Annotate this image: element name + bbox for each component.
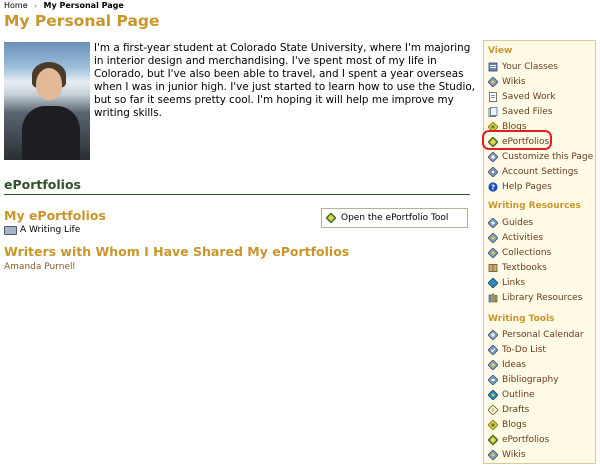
- sidebar-item-label: Textbooks: [502, 262, 547, 273]
- sidebar-heading-tools: Writing Tools: [488, 314, 555, 324]
- open-eportfolio-tool-button[interactable]: Open the ePortfolio Tool: [321, 208, 468, 228]
- sidebar-item-label: Blogs: [502, 419, 527, 430]
- sidebar-item-label: ePortfolios: [502, 434, 550, 445]
- link-icon: [488, 277, 498, 288]
- book-icon: [4, 225, 17, 235]
- sidebar-item-label: Saved Files: [502, 106, 553, 117]
- bibliography-icon: [488, 374, 498, 385]
- ideas-icon: [488, 359, 498, 370]
- calendar-icon: [488, 329, 498, 340]
- sidebar-item-label: To-Do List: [502, 344, 546, 355]
- sidebar-item-textbooks[interactable]: Textbooks: [488, 261, 594, 274]
- eportfolio-icon: [488, 434, 498, 445]
- open-tool-label: Open the ePortfolio Tool: [341, 213, 449, 223]
- breadcrumb: Home › My Personal Page: [4, 1, 124, 10]
- saved-work-icon: [488, 91, 498, 102]
- sidebar-item-saved-work[interactable]: Saved Work: [488, 90, 594, 103]
- profile-photo: [4, 42, 90, 160]
- sidebar-item-label: Customize this Page: [502, 151, 594, 162]
- sidebar-item-ideas[interactable]: Ideas: [488, 358, 594, 371]
- sidebar-item-label: Guides: [502, 217, 534, 228]
- activity-icon: [488, 232, 498, 243]
- sidebar-item-activities[interactable]: Activities: [488, 231, 594, 244]
- sidebar-item-label: Your Classes: [502, 61, 558, 72]
- shared-writers-heading: Writers with Whom I Have Shared My ePort…: [4, 244, 350, 259]
- collection-icon: [488, 247, 498, 258]
- sidebar-item-label: Library Resources: [502, 292, 583, 303]
- shared-writer-name[interactable]: Amanda Purnell: [4, 262, 75, 272]
- sidebar-item-label: Account Settings: [502, 166, 579, 177]
- guide-icon: [488, 217, 498, 228]
- sidebar-item-label: Wikis: [502, 76, 526, 87]
- sidebar-item-todo-list[interactable]: To-Do List: [488, 343, 594, 356]
- sidebar-item-guides[interactable]: Guides: [488, 216, 594, 229]
- sidebar-item-account-settings[interactable]: Account Settings: [488, 165, 594, 178]
- breadcrumb-current: My Personal Page: [43, 1, 124, 10]
- sidebar-item-eportfolios-tool[interactable]: ePortfolios: [488, 433, 594, 446]
- sidebar-item-help[interactable]: ? Help Pages: [488, 180, 594, 193]
- my-eportfolios-heading: My ePortfolios: [4, 208, 106, 223]
- breadcrumb-separator: ›: [34, 2, 37, 10]
- section-divider: [4, 194, 470, 195]
- eportfolio-tool-icon: [326, 212, 337, 224]
- breadcrumb-home-link[interactable]: Home: [4, 1, 28, 10]
- todo-icon: [488, 344, 498, 355]
- eportfolios-section-title: ePortfolios: [4, 177, 81, 192]
- wiki-icon: [488, 449, 498, 460]
- sidebar-item-links[interactable]: Links: [488, 276, 594, 289]
- sidebar-item-customize[interactable]: Customize this Page: [488, 150, 594, 163]
- bio-text: I'm a first-year student at Colorado Sta…: [94, 42, 476, 119]
- sidebar-item-label: Drafts: [502, 404, 530, 415]
- sidebar-item-wikis-tool[interactable]: Wikis: [488, 448, 594, 461]
- library-icon: [488, 293, 498, 303]
- eportfolio-item[interactable]: A Writing Life: [4, 225, 80, 235]
- sidebar-item-label: Collections: [502, 247, 552, 258]
- sidebar-item-label: Ideas: [502, 359, 527, 370]
- sidebar-item-wikis[interactable]: Wikis: [488, 75, 594, 88]
- sidebar-item-label: Activities: [502, 232, 544, 243]
- help-icon: ?: [488, 181, 498, 192]
- outline-icon: [488, 389, 498, 400]
- sidebar-item-personal-calendar[interactable]: Personal Calendar: [488, 328, 594, 341]
- sidebar-item-drafts[interactable]: Drafts: [488, 403, 594, 416]
- sidebar-item-blogs-tool[interactable]: Blogs: [488, 418, 594, 431]
- saved-files-icon: [488, 106, 498, 117]
- customize-icon: [488, 151, 498, 162]
- sidebar-item-label: Wikis: [502, 449, 526, 460]
- sidebar-item-label: Outline: [502, 389, 535, 400]
- sidebar-item-label: Links: [502, 277, 526, 288]
- sidebar-item-library-resources[interactable]: Library Resources: [488, 291, 594, 304]
- textbook-icon: [488, 263, 498, 273]
- drafts-icon: [488, 404, 498, 415]
- sidebar-heading-resources: Writing Resources: [488, 201, 581, 211]
- sidebar-item-label: Help Pages: [502, 181, 552, 192]
- blog-icon: [488, 419, 498, 430]
- wiki-icon: [488, 76, 498, 87]
- sidebar-item-label: Bibliography: [502, 374, 559, 385]
- sidebar-item-label: Saved Work: [502, 91, 556, 102]
- settings-icon: [488, 166, 498, 177]
- page-title: My Personal Page: [4, 12, 160, 30]
- sidebar-item-outline[interactable]: Outline: [488, 388, 594, 401]
- sidebar-item-label: Personal Calendar: [502, 329, 584, 340]
- sidebar-item-bibliography[interactable]: Bibliography: [488, 373, 594, 386]
- sidebar-item-saved-files[interactable]: Saved Files: [488, 105, 594, 118]
- svg-text:?: ?: [491, 183, 495, 191]
- classes-icon: [488, 62, 498, 72]
- eportfolios-highlight-ring: [482, 130, 552, 150]
- sidebar-item-collections[interactable]: Collections: [488, 246, 594, 259]
- sidebar-item-your-classes[interactable]: Your Classes: [488, 60, 594, 73]
- sidebar: View Your Classes Wikis Saved Work Saved…: [483, 40, 596, 464]
- sidebar-heading-view: View: [488, 46, 513, 56]
- eportfolio-item-label: A Writing Life: [20, 225, 81, 235]
